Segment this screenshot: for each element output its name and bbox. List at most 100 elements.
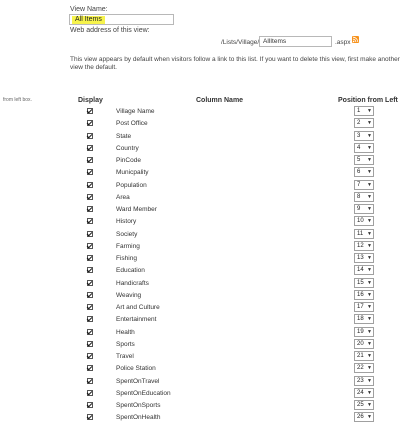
display-checkbox[interactable] xyxy=(87,157,93,163)
column-row: Society 11 ▼ xyxy=(0,228,410,242)
column-name: SpentOnHealth xyxy=(116,414,161,422)
column-row: State 3 ▼ xyxy=(0,130,410,144)
chevron-down-icon: ▼ xyxy=(367,193,372,200)
position-select[interactable]: 26 ▼ xyxy=(354,412,374,423)
display-checkbox[interactable] xyxy=(87,144,93,151)
position-select[interactable]: 23 ▼ xyxy=(354,375,374,386)
position-value: 15 xyxy=(357,279,364,286)
position-select[interactable]: 8 ▼ xyxy=(354,191,374,202)
chevron-down-icon: ▼ xyxy=(367,181,372,188)
position-select[interactable]: 10 ▼ xyxy=(354,216,374,227)
url-prefix: /Lists/Village/ xyxy=(221,39,260,46)
position-select[interactable]: 21 ▼ xyxy=(354,351,374,361)
position-value: 17 xyxy=(357,304,364,310)
chevron-down-icon: ▼ xyxy=(367,328,372,335)
column-name: Education xyxy=(116,267,145,275)
display-checkbox[interactable] xyxy=(87,206,93,212)
column-name: Police Station xyxy=(116,365,156,373)
display-checkbox[interactable] xyxy=(87,267,93,274)
column-name: SpentOnSports xyxy=(116,402,161,409)
display-checkbox[interactable] xyxy=(87,316,93,323)
position-select[interactable]: 18 ▼ xyxy=(354,314,374,325)
web-address-label: Web address of this view: xyxy=(70,27,150,34)
chevron-down-icon: ▼ xyxy=(367,230,372,237)
column-row: Post Office 2 ▼ xyxy=(0,118,410,131)
position-value: 9 xyxy=(357,206,361,212)
position-select[interactable]: 20 ▼ xyxy=(354,338,374,349)
position-value: 22 xyxy=(357,365,364,372)
position-value: 8 xyxy=(357,193,361,200)
position-select[interactable]: 9 ▼ xyxy=(354,204,374,214)
display-checkbox[interactable] xyxy=(87,340,93,347)
display-checkbox[interactable] xyxy=(87,365,93,372)
display-checkbox[interactable] xyxy=(87,218,93,225)
display-checkbox[interactable] xyxy=(87,193,93,200)
column-row: Village Name 1 ▼ xyxy=(0,106,410,119)
position-value: 4 xyxy=(357,144,361,151)
display-checkbox[interactable] xyxy=(87,291,93,298)
position-select[interactable]: 16 ▼ xyxy=(354,289,374,300)
display-checkbox[interactable] xyxy=(87,279,93,286)
position-select[interactable]: 14 ▼ xyxy=(354,265,374,276)
column-row: SpentOnEducation 24 ▼ xyxy=(0,387,410,401)
position-select[interactable]: 11 ▼ xyxy=(354,228,374,239)
position-value: 20 xyxy=(357,340,364,347)
chevron-down-icon: ▼ xyxy=(367,389,372,396)
column-name: State xyxy=(116,132,132,140)
url-input[interactable]: AllItems xyxy=(259,36,332,47)
position-value: 3 xyxy=(357,132,361,139)
display-checkbox[interactable] xyxy=(87,169,93,176)
position-select[interactable]: 17 ▼ xyxy=(354,302,374,312)
position-select[interactable]: 1 ▼ xyxy=(354,106,374,116)
chevron-down-icon: ▼ xyxy=(367,365,372,372)
position-select[interactable]: 25 ▼ xyxy=(354,400,374,410)
column-name: Municpality xyxy=(116,169,149,177)
column-name: Country xyxy=(116,144,139,152)
display-checkbox[interactable] xyxy=(87,353,93,359)
display-checkbox[interactable] xyxy=(87,328,93,335)
display-checkbox[interactable] xyxy=(87,389,93,396)
position-select[interactable]: 22 ▼ xyxy=(354,363,374,374)
column-row: Sports 20 ▼ xyxy=(0,338,410,352)
position-select[interactable]: 15 ▼ xyxy=(354,277,374,288)
chevron-down-icon: ▼ xyxy=(367,316,372,323)
position-select[interactable]: 24 ▼ xyxy=(354,387,374,398)
column-row: SpentOnTravel 23 ▼ xyxy=(0,375,410,389)
display-checkbox[interactable] xyxy=(87,132,93,139)
display-checkbox[interactable] xyxy=(87,230,93,237)
column-name: Society xyxy=(116,230,138,238)
column-name: SpentOnTravel xyxy=(116,377,160,385)
display-checkbox[interactable] xyxy=(87,414,93,421)
position-select[interactable]: 13 ▼ xyxy=(354,253,374,263)
position-select[interactable]: 5 ▼ xyxy=(354,155,374,165)
view-name-input[interactable]: All Items xyxy=(69,14,174,25)
rss-icon[interactable] xyxy=(352,36,359,43)
display-checkbox[interactable] xyxy=(87,108,93,114)
position-select[interactable]: 12 ▼ xyxy=(354,240,374,251)
display-checkbox[interactable] xyxy=(87,402,93,408)
column-name: Health xyxy=(116,328,135,336)
position-select[interactable]: 2 ▼ xyxy=(354,118,374,129)
position-select[interactable]: 7 ▼ xyxy=(354,179,374,190)
position-select[interactable]: 4 ▼ xyxy=(354,142,374,153)
display-checkbox[interactable] xyxy=(87,242,93,249)
display-checkbox[interactable] xyxy=(87,255,93,261)
position-value: 18 xyxy=(357,316,364,323)
chevron-down-icon: ▼ xyxy=(367,242,372,249)
column-row: Art and Culture 17 ▼ xyxy=(0,302,410,315)
chevron-down-icon: ▼ xyxy=(367,255,372,261)
position-select[interactable]: 19 ▼ xyxy=(354,326,374,337)
display-checkbox[interactable] xyxy=(87,304,93,310)
position-value: 19 xyxy=(357,328,364,335)
position-select[interactable]: 6 ▼ xyxy=(354,167,374,178)
position-value: 21 xyxy=(357,353,364,359)
position-value: 1 xyxy=(357,108,361,114)
display-checkbox[interactable] xyxy=(87,181,93,188)
display-checkbox[interactable] xyxy=(87,120,93,127)
chevron-down-icon: ▼ xyxy=(367,353,372,359)
position-select[interactable]: 3 ▼ xyxy=(354,130,374,141)
column-row: Country 4 ▼ xyxy=(0,142,410,156)
column-row: Handicrafts 15 ▼ xyxy=(0,277,410,291)
position-value: 24 xyxy=(357,389,364,396)
display-checkbox[interactable] xyxy=(87,377,93,384)
